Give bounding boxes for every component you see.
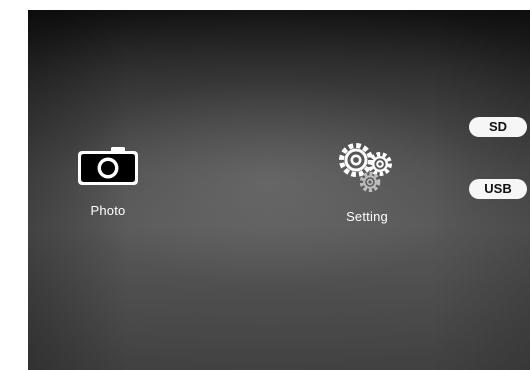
photo-label: Photo: [90, 203, 126, 218]
usb-button[interactable]: USB: [469, 179, 527, 199]
gears-icon: [332, 142, 402, 197]
sd-button[interactable]: SD: [469, 117, 527, 137]
camera-icon: [77, 146, 139, 191]
menu-screen: Photo Setting SD USB: [28, 10, 530, 370]
setting-menu-item[interactable]: Setting: [325, 142, 409, 224]
photo-menu-item[interactable]: Photo: [70, 146, 146, 218]
setting-label: Setting: [346, 209, 388, 224]
